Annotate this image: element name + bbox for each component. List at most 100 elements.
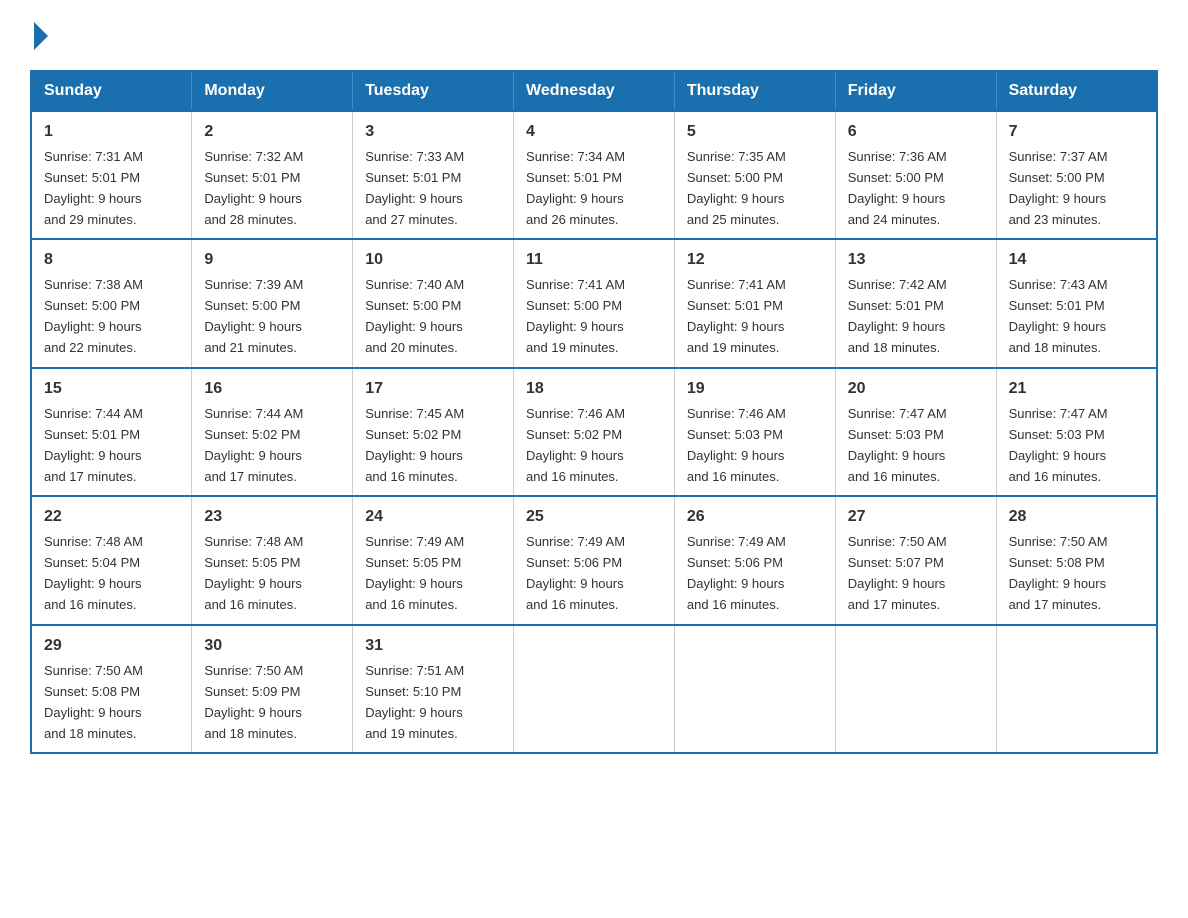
calendar-cell: 18 Sunrise: 7:46 AM Sunset: 5:02 PM Dayl… [514,368,675,496]
day-daylight-mins: and 16 minutes. [365,597,458,612]
day-number: 13 [848,248,984,273]
day-sunset: Sunset: 5:05 PM [204,555,300,570]
day-sunrise: Sunrise: 7:50 AM [44,663,143,678]
weekday-header-tuesday: Tuesday [353,71,514,111]
day-number: 21 [1009,377,1144,402]
calendar-cell: 9 Sunrise: 7:39 AM Sunset: 5:00 PM Dayli… [192,239,353,367]
calendar-cell: 6 Sunrise: 7:36 AM Sunset: 5:00 PM Dayli… [835,111,996,239]
day-daylight-mins: and 20 minutes. [365,340,458,355]
day-sunset: Sunset: 5:07 PM [848,555,944,570]
day-number: 19 [687,377,823,402]
day-daylight: Daylight: 9 hours [44,319,142,334]
day-daylight-mins: and 16 minutes. [687,469,780,484]
day-daylight-mins: and 17 minutes. [44,469,137,484]
day-daylight-mins: and 16 minutes. [687,597,780,612]
day-sunset: Sunset: 5:00 PM [687,170,783,185]
day-sunset: Sunset: 5:06 PM [526,555,622,570]
day-sunrise: Sunrise: 7:35 AM [687,149,786,164]
day-sunset: Sunset: 5:03 PM [687,427,783,442]
day-sunset: Sunset: 5:08 PM [44,684,140,699]
day-daylight-mins: and 16 minutes. [1009,469,1102,484]
day-daylight: Daylight: 9 hours [204,319,302,334]
day-daylight: Daylight: 9 hours [848,576,946,591]
day-sunrise: Sunrise: 7:46 AM [687,406,786,421]
day-sunset: Sunset: 5:00 PM [44,298,140,313]
day-sunset: Sunset: 5:00 PM [848,170,944,185]
day-sunrise: Sunrise: 7:45 AM [365,406,464,421]
day-daylight-mins: and 18 minutes. [848,340,941,355]
day-sunset: Sunset: 5:00 PM [1009,170,1105,185]
calendar-cell: 23 Sunrise: 7:48 AM Sunset: 5:05 PM Dayl… [192,496,353,624]
calendar-cell: 4 Sunrise: 7:34 AM Sunset: 5:01 PM Dayli… [514,111,675,239]
day-daylight: Daylight: 9 hours [1009,191,1107,206]
day-sunrise: Sunrise: 7:31 AM [44,149,143,164]
calendar-cell: 29 Sunrise: 7:50 AM Sunset: 5:08 PM Dayl… [31,625,192,753]
calendar-table: SundayMondayTuesdayWednesdayThursdayFrid… [30,70,1158,754]
day-sunset: Sunset: 5:06 PM [687,555,783,570]
day-number: 25 [526,505,662,530]
day-daylight: Daylight: 9 hours [365,191,463,206]
day-sunrise: Sunrise: 7:34 AM [526,149,625,164]
day-daylight: Daylight: 9 hours [365,448,463,463]
day-sunset: Sunset: 5:03 PM [848,427,944,442]
calendar-cell: 21 Sunrise: 7:47 AM Sunset: 5:03 PM Dayl… [996,368,1157,496]
day-number: 17 [365,377,501,402]
weekday-header-saturday: Saturday [996,71,1157,111]
day-daylight: Daylight: 9 hours [44,705,142,720]
calendar-week-row: 8 Sunrise: 7:38 AM Sunset: 5:00 PM Dayli… [31,239,1157,367]
calendar-cell: 28 Sunrise: 7:50 AM Sunset: 5:08 PM Dayl… [996,496,1157,624]
calendar-cell: 20 Sunrise: 7:47 AM Sunset: 5:03 PM Dayl… [835,368,996,496]
page-header [30,20,1158,50]
day-sunrise: Sunrise: 7:37 AM [1009,149,1108,164]
day-daylight: Daylight: 9 hours [1009,448,1107,463]
day-number: 20 [848,377,984,402]
day-sunset: Sunset: 5:01 PM [526,170,622,185]
day-daylight-mins: and 23 minutes. [1009,212,1102,227]
day-sunset: Sunset: 5:10 PM [365,684,461,699]
day-sunrise: Sunrise: 7:41 AM [526,277,625,292]
calendar-cell [835,625,996,753]
day-daylight: Daylight: 9 hours [44,448,142,463]
day-sunset: Sunset: 5:03 PM [1009,427,1105,442]
day-daylight-mins: and 19 minutes. [687,340,780,355]
day-sunrise: Sunrise: 7:41 AM [687,277,786,292]
day-number: 27 [848,505,984,530]
day-sunrise: Sunrise: 7:33 AM [365,149,464,164]
day-sunrise: Sunrise: 7:40 AM [365,277,464,292]
day-daylight-mins: and 16 minutes. [848,469,941,484]
day-daylight-mins: and 19 minutes. [365,726,458,741]
day-number: 8 [44,248,179,273]
weekday-header-friday: Friday [835,71,996,111]
day-sunrise: Sunrise: 7:43 AM [1009,277,1108,292]
day-daylight-mins: and 26 minutes. [526,212,619,227]
day-daylight: Daylight: 9 hours [204,705,302,720]
day-sunrise: Sunrise: 7:47 AM [1009,406,1108,421]
weekday-header-wednesday: Wednesday [514,71,675,111]
day-daylight-mins: and 18 minutes. [1009,340,1102,355]
calendar-week-row: 22 Sunrise: 7:48 AM Sunset: 5:04 PM Dayl… [31,496,1157,624]
day-sunset: Sunset: 5:02 PM [365,427,461,442]
day-sunset: Sunset: 5:02 PM [204,427,300,442]
calendar-cell [514,625,675,753]
day-daylight-mins: and 22 minutes. [44,340,137,355]
day-number: 22 [44,505,179,530]
day-daylight: Daylight: 9 hours [44,576,142,591]
day-sunrise: Sunrise: 7:51 AM [365,663,464,678]
day-sunset: Sunset: 5:01 PM [365,170,461,185]
day-number: 4 [526,120,662,145]
day-sunset: Sunset: 5:04 PM [44,555,140,570]
calendar-cell: 16 Sunrise: 7:44 AM Sunset: 5:02 PM Dayl… [192,368,353,496]
day-daylight: Daylight: 9 hours [687,191,785,206]
day-sunrise: Sunrise: 7:47 AM [848,406,947,421]
calendar-cell: 10 Sunrise: 7:40 AM Sunset: 5:00 PM Dayl… [353,239,514,367]
day-number: 6 [848,120,984,145]
day-sunset: Sunset: 5:09 PM [204,684,300,699]
logo [30,20,48,50]
day-number: 10 [365,248,501,273]
day-daylight-mins: and 27 minutes. [365,212,458,227]
calendar-week-row: 15 Sunrise: 7:44 AM Sunset: 5:01 PM Dayl… [31,368,1157,496]
day-daylight: Daylight: 9 hours [526,576,624,591]
day-number: 2 [204,120,340,145]
day-number: 14 [1009,248,1144,273]
day-daylight: Daylight: 9 hours [44,191,142,206]
